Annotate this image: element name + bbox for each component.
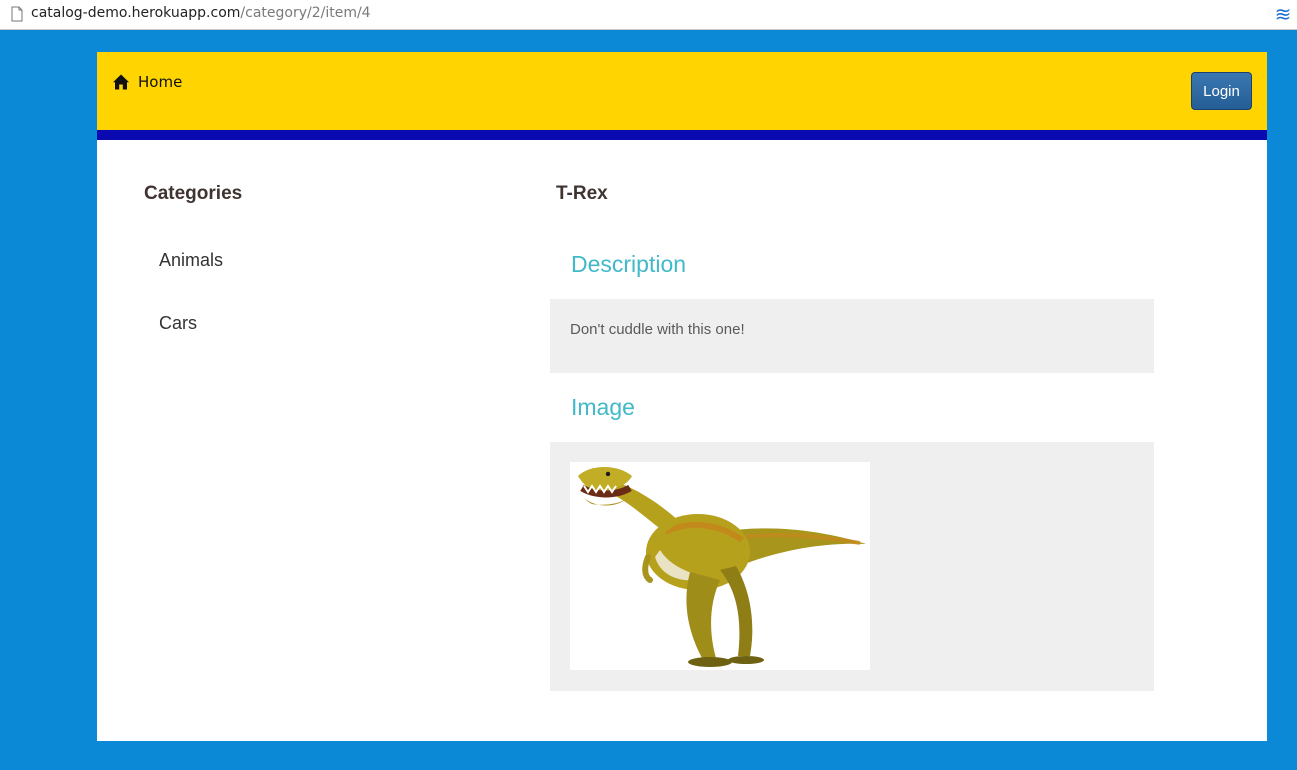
categories-heading: Categories (144, 183, 243, 204)
description-panel: Don't cuddle with this one! (550, 299, 1154, 373)
image-panel (550, 442, 1154, 691)
login-button[interactable]: Login (1191, 72, 1252, 110)
browser-address-bar[interactable]: catalog-demo.herokuapp.com/category/2/it… (0, 0, 1297, 30)
home-icon (113, 74, 129, 90)
home-label: Home (138, 73, 183, 91)
image-heading: Image (571, 394, 635, 420)
description-heading: Description (571, 251, 687, 277)
sidebar-item-cars[interactable]: Cars (159, 313, 197, 334)
description-text: Don't cuddle with this one! (570, 321, 745, 338)
site-container: Home Login Categories Animals Cars T-Rex… (97, 52, 1267, 741)
url-host: catalog-demo.herokuapp.com (31, 5, 241, 21)
navbar: Home Login (97, 52, 1267, 130)
url-path: /category/2/item/4 (240, 5, 371, 21)
item-title: T-Rex (556, 183, 608, 204)
page-icon (11, 6, 23, 22)
sidebar-item-animals[interactable]: Animals (159, 250, 223, 271)
address-url[interactable]: catalog-demo.herokuapp.com/category/2/it… (31, 5, 371, 21)
nav-stripe (97, 130, 1267, 140)
home-link[interactable]: Home (112, 71, 182, 93)
item-image (570, 462, 870, 670)
waves-icon[interactable]: ≋ (1273, 4, 1293, 24)
t-rex-illustration (578, 467, 866, 667)
